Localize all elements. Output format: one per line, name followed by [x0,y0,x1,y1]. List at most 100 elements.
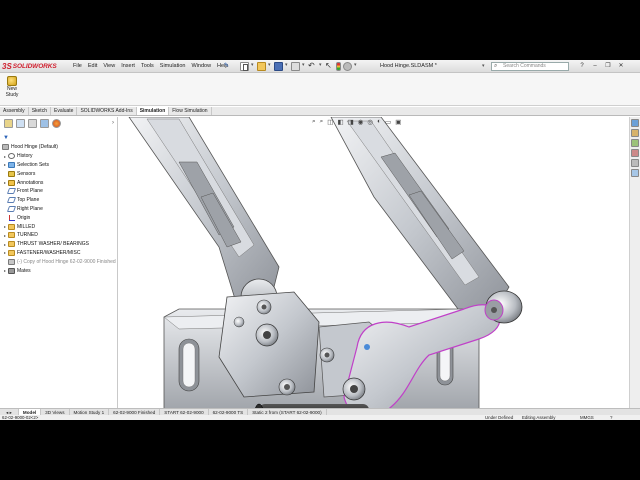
apply-scene-icon[interactable]: ▭ [385,118,391,126]
tree-root[interactable]: Hood Hinge (Default) [2,143,118,152]
tab-solidworks-add-ins[interactable]: SOLIDWORKS Add-Ins [77,107,137,115]
undo-icon[interactable]: ↶ [308,62,317,71]
tree-item-origin[interactable]: Origin [2,213,118,222]
help-icon[interactable]: ? [577,61,587,71]
feature-tree: Hood Hinge (Default) ▸ History ▸ Selecti… [2,143,118,275]
feature-tree-tab-icon[interactable] [4,119,13,128]
tab-flow-simulation[interactable]: Flow Simulation [169,107,212,115]
view-orientation-icon[interactable]: ◨ [348,118,354,126]
tree-item-sensors[interactable]: Sensors [2,169,118,178]
bottom-tabs: ◂ ▸ Model 3D Views Motion Study 1 62-02-… [0,408,640,416]
logo-ds-mark: 3S [2,62,12,71]
rebuild-traffic-light-icon[interactable] [336,62,341,71]
status-bar: 62-02-9000-02<2> Under Defined Editing A… [0,415,640,420]
display-style-icon[interactable]: ◉ [358,118,364,126]
dropdown-arrow-icon[interactable]: ▾ [319,62,323,71]
tab-assembly[interactable]: Assembly [0,107,29,115]
new-study-button[interactable]: New Study [2,76,22,98]
previous-view-icon[interactable]: ◫ [327,118,333,126]
folder-icon [8,232,15,239]
tree-item-top-plane[interactable]: Top Plane [2,196,118,205]
menu-edit[interactable]: Edit [85,62,100,71]
dropdown-arrow-icon[interactable]: ▾ [302,62,306,71]
dropdown-arrow-icon[interactable]: ▾ [268,62,272,71]
panel-expand-arrow-icon[interactable]: › [112,120,114,126]
dropdown-arrow-icon[interactable]: ▾ [354,62,358,71]
tree-item-milled[interactable]: ▸ MILLED [2,222,118,231]
menu-insert[interactable]: Insert [118,62,138,71]
origin-icon [8,214,15,221]
tree-item-copy-of-hood-hinge[interactable]: (-) Copy of Hood Hinge 62-02-9000 Finish… [2,257,118,266]
tree-item-label: FASTENER/WASHER/MISC [17,249,81,256]
folder-icon [8,241,15,248]
view-settings-icon[interactable]: ▣ [395,118,401,126]
filter-icon[interactable]: ▼ [3,135,9,141]
open-folder-icon[interactable] [257,62,266,71]
tree-item-label: THRUST WASHER/ BEARINGS [17,241,89,248]
hide-show-items-icon[interactable]: ◎ [367,118,373,126]
solidworks-resources-icon[interactable] [631,119,639,127]
options-gear-icon[interactable] [343,62,352,71]
tree-item-annotations[interactable]: ▸ Annotations [2,178,118,187]
tree-item-right-plane[interactable]: Right Plane [2,205,118,214]
menu-tools[interactable]: Tools [138,62,157,71]
tree-item-label: Annotations [17,179,44,186]
document-title: Hood Hinge.SLDASM * [380,63,437,69]
tab-sketch[interactable]: Sketch [29,107,51,115]
save-icon[interactable] [274,62,283,71]
logo-brand-text: SOLIDWORKS [12,63,57,70]
dropdown-arrow-icon[interactable]: ▾ [251,62,255,71]
zoom-to-fit-icon[interactable]: ⌕ [312,118,316,126]
tree-item-selection-sets[interactable]: ▸ Selection Sets [2,161,118,170]
configuration-manager-tab-icon[interactable] [28,119,37,128]
section-view-icon[interactable]: ◧ [337,118,343,126]
tab-simulation[interactable]: Simulation [136,107,170,115]
search-commands-input[interactable]: ▾ ⌕ Search Commands [482,62,569,71]
new-document-icon[interactable] [240,62,249,71]
tree-item-mates[interactable]: ▸ Mates [2,266,118,275]
menu-window[interactable]: Window [188,62,214,71]
minimize-icon[interactable]: – [590,61,600,71]
part-icon [8,258,15,265]
pin-menu-icon[interactable]: ✎ [224,62,229,69]
tree-item-turned[interactable]: ▸ TURNED [2,231,118,240]
view-palette-icon[interactable] [631,149,639,157]
search-dropdown-icon[interactable]: ▾ [482,63,485,70]
folder-icon [8,223,15,230]
tab-evaluate[interactable]: Evaluate [51,107,78,115]
tree-item-thrust-washer-bearings[interactable]: ▸ THRUST WASHER/ BEARINGS [2,240,118,249]
restore-icon[interactable]: ❐ [603,61,613,71]
property-manager-tab-icon[interactable] [16,119,25,128]
dropdown-arrow-icon[interactable]: ▾ [285,62,289,71]
custom-properties-icon[interactable] [631,169,639,177]
appearances-icon[interactable] [631,159,639,167]
tree-item-front-plane[interactable]: Front Plane [2,187,118,196]
status-editing-assembly: Editing Assembly [522,415,556,420]
hood-hinge-model[interactable] [119,117,629,408]
left-hinge-arm[interactable] [128,117,280,316]
zoom-to-area-icon[interactable]: ⌕ [320,118,324,126]
video-frame: 3S SOLIDWORKS File Edit View Insert Tool… [0,0,640,480]
menu-file[interactable]: File [70,62,85,71]
tree-item-history[interactable]: ▸ History [2,152,118,161]
tree-item-fastener-washer-misc[interactable]: ▸ FASTENER/WASHER/MISC [2,249,118,258]
file-explorer-icon[interactable] [631,139,639,147]
tree-item-label: History [17,153,33,160]
feature-manager-tabs [0,119,118,131]
select-arrow-icon[interactable]: ↖ [325,62,334,71]
design-library-icon[interactable] [631,129,639,137]
tree-item-label: Front Plane [17,188,43,195]
close-icon[interactable]: ✕ [616,61,626,71]
graphics-viewport[interactable]: ⌕ ⌕ ◫ ◧ ◨ ◉ ◎ ◐ ▭ ▣ [119,117,629,408]
status-units[interactable]: MMGS [580,415,594,420]
history-icon [8,153,15,160]
edit-appearance-icon[interactable]: ◐ [377,118,381,126]
right-hinge-arm[interactable] [330,117,510,323]
menu-view[interactable]: View [100,62,118,71]
status-help-icon[interactable]: ? [610,415,612,420]
dimxpert-tab-icon[interactable] [40,119,49,128]
print-icon[interactable] [291,62,300,71]
display-manager-tab-icon[interactable] [52,119,61,128]
menu-simulation[interactable]: Simulation [157,62,189,71]
status-under-defined: Under Defined [485,415,514,420]
